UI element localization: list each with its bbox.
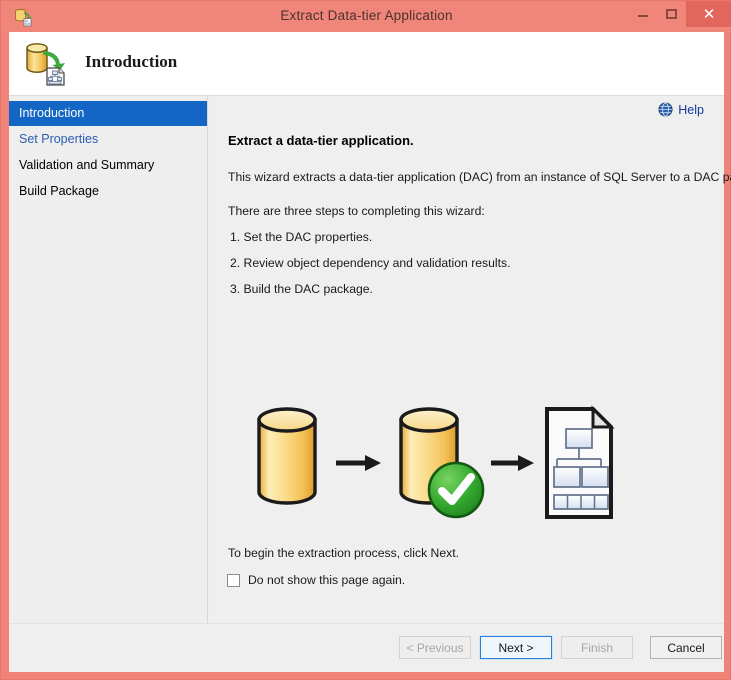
help-link[interactable]: Help xyxy=(658,102,704,117)
do-not-show-checkbox-label: Do not show this page again. xyxy=(248,573,406,587)
database-to-document-icon xyxy=(26,43,65,86)
wizard-body: Introduction Set Properties Validation a… xyxy=(9,96,731,672)
step-item-1: 1. Set the DAC properties. xyxy=(230,230,373,244)
sidebar-item-set-properties[interactable]: Set Properties xyxy=(9,127,207,152)
help-globe-icon xyxy=(658,102,673,117)
page-title: Introduction xyxy=(85,52,178,71)
arrow-right-icon xyxy=(336,455,381,471)
content-heading: Extract a data-tier application. xyxy=(228,133,414,148)
title-bar: Extract Data-tier Application ✕ xyxy=(1,1,731,32)
step-list: Introduction Set Properties Validation a… xyxy=(9,101,207,204)
wizard-button-bar: < Previous Next > Finish Cancel xyxy=(9,623,724,672)
next-button[interactable]: Next > xyxy=(479,635,553,660)
previous-button[interactable]: < Previous xyxy=(399,636,471,659)
arrow-right-icon xyxy=(491,455,534,471)
sidebar-item-label: Introduction xyxy=(19,106,85,120)
do-not-show-checkbox-row[interactable]: Do not show this page again. xyxy=(227,573,405,587)
step-item-2: 2. Review object dependency and validati… xyxy=(230,256,511,270)
help-label: Help xyxy=(678,102,704,117)
do-not-show-checkbox[interactable] xyxy=(227,573,240,587)
close-button[interactable]: ✕ xyxy=(686,1,731,27)
begin-instruction-text: To begin the extraction process, click N… xyxy=(228,546,459,560)
minimize-icon xyxy=(638,15,648,17)
sidebar-item-build-package[interactable]: Build Package xyxy=(9,179,207,204)
cancel-button[interactable]: Cancel xyxy=(650,636,722,659)
content-intro-text: This wizard extracts a data-tier applica… xyxy=(228,170,731,184)
sidebar-item-label: Build Package xyxy=(19,184,99,198)
step-item-3: 3. Build the DAC package. xyxy=(230,282,373,296)
window-title: Extract Data-tier Application xyxy=(280,8,453,23)
sidebar-item-label: Set Properties xyxy=(19,132,99,146)
sidebar-item-introduction[interactable]: Introduction xyxy=(9,101,207,126)
close-icon: ✕ xyxy=(702,6,716,23)
steps-lead-text: There are three steps to completing this… xyxy=(228,204,485,218)
maximize-button[interactable] xyxy=(657,1,686,25)
dac-package-document-icon xyxy=(545,405,615,519)
sidebar-item-label: Validation and Summary xyxy=(19,158,155,172)
database-validated-icon xyxy=(399,407,485,519)
extraction-flow-illustration xyxy=(257,405,615,519)
extract-data-tier-application-window: Extract Data-tier Application ✕ Introduc… xyxy=(0,0,731,680)
wizard-header: Introduction xyxy=(9,32,724,96)
window-controls: ✕ xyxy=(628,1,731,32)
minimize-button[interactable] xyxy=(628,1,657,25)
wizard-content-pane: Help Extract a data-tier application. Th… xyxy=(209,96,731,672)
maximize-icon xyxy=(666,9,677,19)
database-icon xyxy=(257,407,317,505)
wizard-step-sidebar: Introduction Set Properties Validation a… xyxy=(9,96,208,672)
finish-button[interactable]: Finish xyxy=(561,636,633,659)
sidebar-item-validation-and-summary[interactable]: Validation and Summary xyxy=(9,153,207,178)
